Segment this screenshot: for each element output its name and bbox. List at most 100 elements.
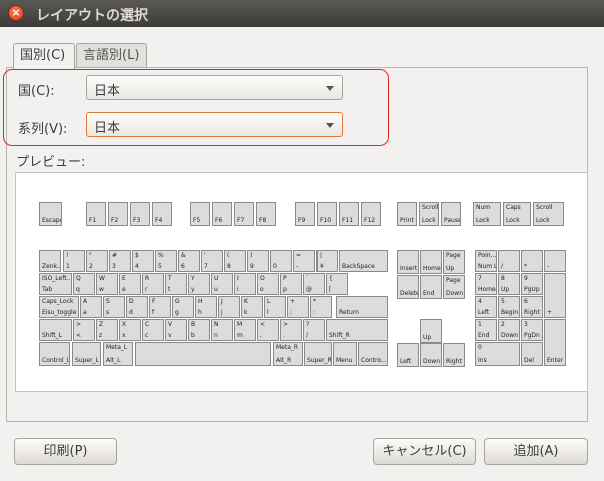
- key-super-r: Super_R: [304, 342, 332, 366]
- key-k6: & 6: [178, 250, 200, 272]
- key-bottom-label: F4: [155, 217, 163, 224]
- key-bottom-label: Right: [446, 358, 462, 365]
- key-top-label: Meta_R: [276, 344, 299, 351]
- key-bottom-label: 0: [273, 263, 277, 270]
- key-top-label: Z: [99, 321, 104, 328]
- key-insert: Insert: [397, 250, 419, 274]
- key-bottom-label: F8: [259, 217, 267, 224]
- key-top-label: V: [168, 321, 173, 328]
- key-top-label: D: [129, 298, 134, 305]
- key-top-label: H: [198, 298, 203, 305]
- key-bottom-label: w: [99, 286, 104, 293]
- key-top-label: 4: [478, 298, 482, 305]
- key-return: Return: [336, 296, 388, 318]
- key-bottom-label: f: [152, 309, 155, 316]
- key-scroll-lock-ind: Scroll Lock: [533, 202, 564, 226]
- key-ky: Yy: [188, 273, 210, 295]
- add-button[interactable]: 追加(A): [484, 438, 588, 465]
- key-ks: Ss: [103, 296, 125, 318]
- key-bottom-label: 4: [135, 263, 139, 270]
- key-f3: F3: [130, 202, 150, 226]
- key-bottom-label: PgUp: [524, 286, 540, 293]
- key-top-label: 8: [501, 275, 505, 282]
- key-k2: " 2: [86, 250, 108, 272]
- tab-language[interactable]: 言語別(L): [76, 43, 147, 67]
- key-kp-enter: Enter: [544, 319, 566, 366]
- key-shift-l: Shift_L: [39, 319, 72, 341]
- close-icon[interactable]: ×: [8, 5, 24, 21]
- key-top-label: Num: [476, 204, 491, 211]
- key-f2: F2: [108, 202, 128, 226]
- key-bottom-label: Enter: [547, 357, 564, 364]
- key-bottom-label: Down: [446, 290, 464, 297]
- key-bottom-label: Down: [501, 332, 519, 339]
- key-bottom-label: Num Lock: [478, 263, 497, 270]
- key-bottom-label: Begin: [501, 309, 519, 316]
- key-kp9: 9 PgUp: [521, 273, 543, 295]
- key-top-label: Q: [76, 275, 81, 282]
- key-top-label: |: [320, 252, 323, 259]
- tab-country[interactable]: 国別(C): [13, 43, 75, 69]
- key-bottom-label: F7: [237, 217, 245, 224]
- key-top-label: Meta_L: [106, 344, 128, 351]
- key-kf: Ff: [149, 296, 171, 318]
- key-bottom-label: Home: [423, 265, 441, 272]
- key-top-label: =: [296, 252, 302, 259]
- key-top-label: >: [283, 321, 289, 328]
- key-top-label: T: [168, 275, 172, 282]
- key-kp: Pp: [280, 273, 302, 295]
- key-kp6: 6 Right: [521, 296, 543, 318]
- key-bottom-label: Zenk...: [42, 263, 61, 270]
- key-bottom-label: Lock: [422, 217, 436, 224]
- cancel-button[interactable]: キャンセル(C): [373, 438, 476, 465]
- key-bottom-label: F10: [320, 217, 332, 224]
- key-f4: F4: [152, 202, 172, 226]
- key-f5: F5: [190, 202, 210, 226]
- key-top-label: C: [145, 321, 150, 328]
- key-bottom-label: F2: [111, 217, 119, 224]
- key-k5: % 5: [155, 250, 177, 272]
- key-bottom-label: F11: [342, 217, 354, 224]
- key-top-label: I: [237, 275, 239, 282]
- key-bottom-label: j: [221, 309, 223, 316]
- key-bottom-label: Delete: [400, 290, 419, 297]
- key-kp8: 8 Up: [498, 273, 520, 295]
- key-bottom-label: Pause: [444, 217, 461, 224]
- key-kperiod: >.: [280, 319, 302, 341]
- key-top-label: N: [214, 321, 219, 328]
- key-num-lock: Num Lock: [473, 202, 501, 226]
- key-bottom-label: End: [478, 332, 490, 339]
- key-km: Mm: [234, 319, 256, 341]
- key-bottom-label: BackSpace: [342, 263, 375, 270]
- key-kh: Hh: [195, 296, 217, 318]
- key-bottom-label: Contro...: [361, 357, 387, 364]
- key-kr: Rr: [142, 273, 164, 295]
- key-bottom-label: Right: [524, 309, 540, 316]
- key-bottom-label: x: [122, 332, 126, 339]
- key-backspace: BackSpace: [339, 250, 388, 272]
- key-top-label: Caps: [506, 204, 521, 211]
- key-ki: Ii: [234, 273, 256, 295]
- key-kcolon: *:: [310, 296, 332, 318]
- key-top-label: Poin...: [478, 252, 497, 259]
- key-bottom-label: q: [76, 286, 80, 293]
- key-alt-l: Meta_L Alt_L: [103, 342, 133, 366]
- key-top-label: P: [283, 275, 287, 282]
- key-bottom-label: @: [306, 286, 312, 293]
- key-bottom-label: /: [501, 263, 504, 270]
- key-kw: Ww: [96, 273, 118, 295]
- key-top-label: X: [122, 321, 127, 328]
- key-kgt: > <: [73, 319, 95, 341]
- key-page-up: Page Up: [443, 250, 465, 274]
- key-bottom-label: r: [145, 286, 148, 293]
- key-bottom-label: l: [267, 309, 269, 316]
- key-bottom-label: Down: [423, 358, 441, 365]
- key-bottom-label: Shift_R: [329, 332, 350, 339]
- print-button[interactable]: 印刷(P): [14, 438, 117, 465]
- key-kq: Qq: [73, 273, 95, 295]
- key-f8: F8: [256, 202, 276, 226]
- key-bottom-label: Ins: [478, 357, 487, 364]
- highlight-annotation: [3, 69, 389, 146]
- key-pause: Pause: [441, 202, 461, 226]
- key-bottom-label: o: [260, 286, 264, 293]
